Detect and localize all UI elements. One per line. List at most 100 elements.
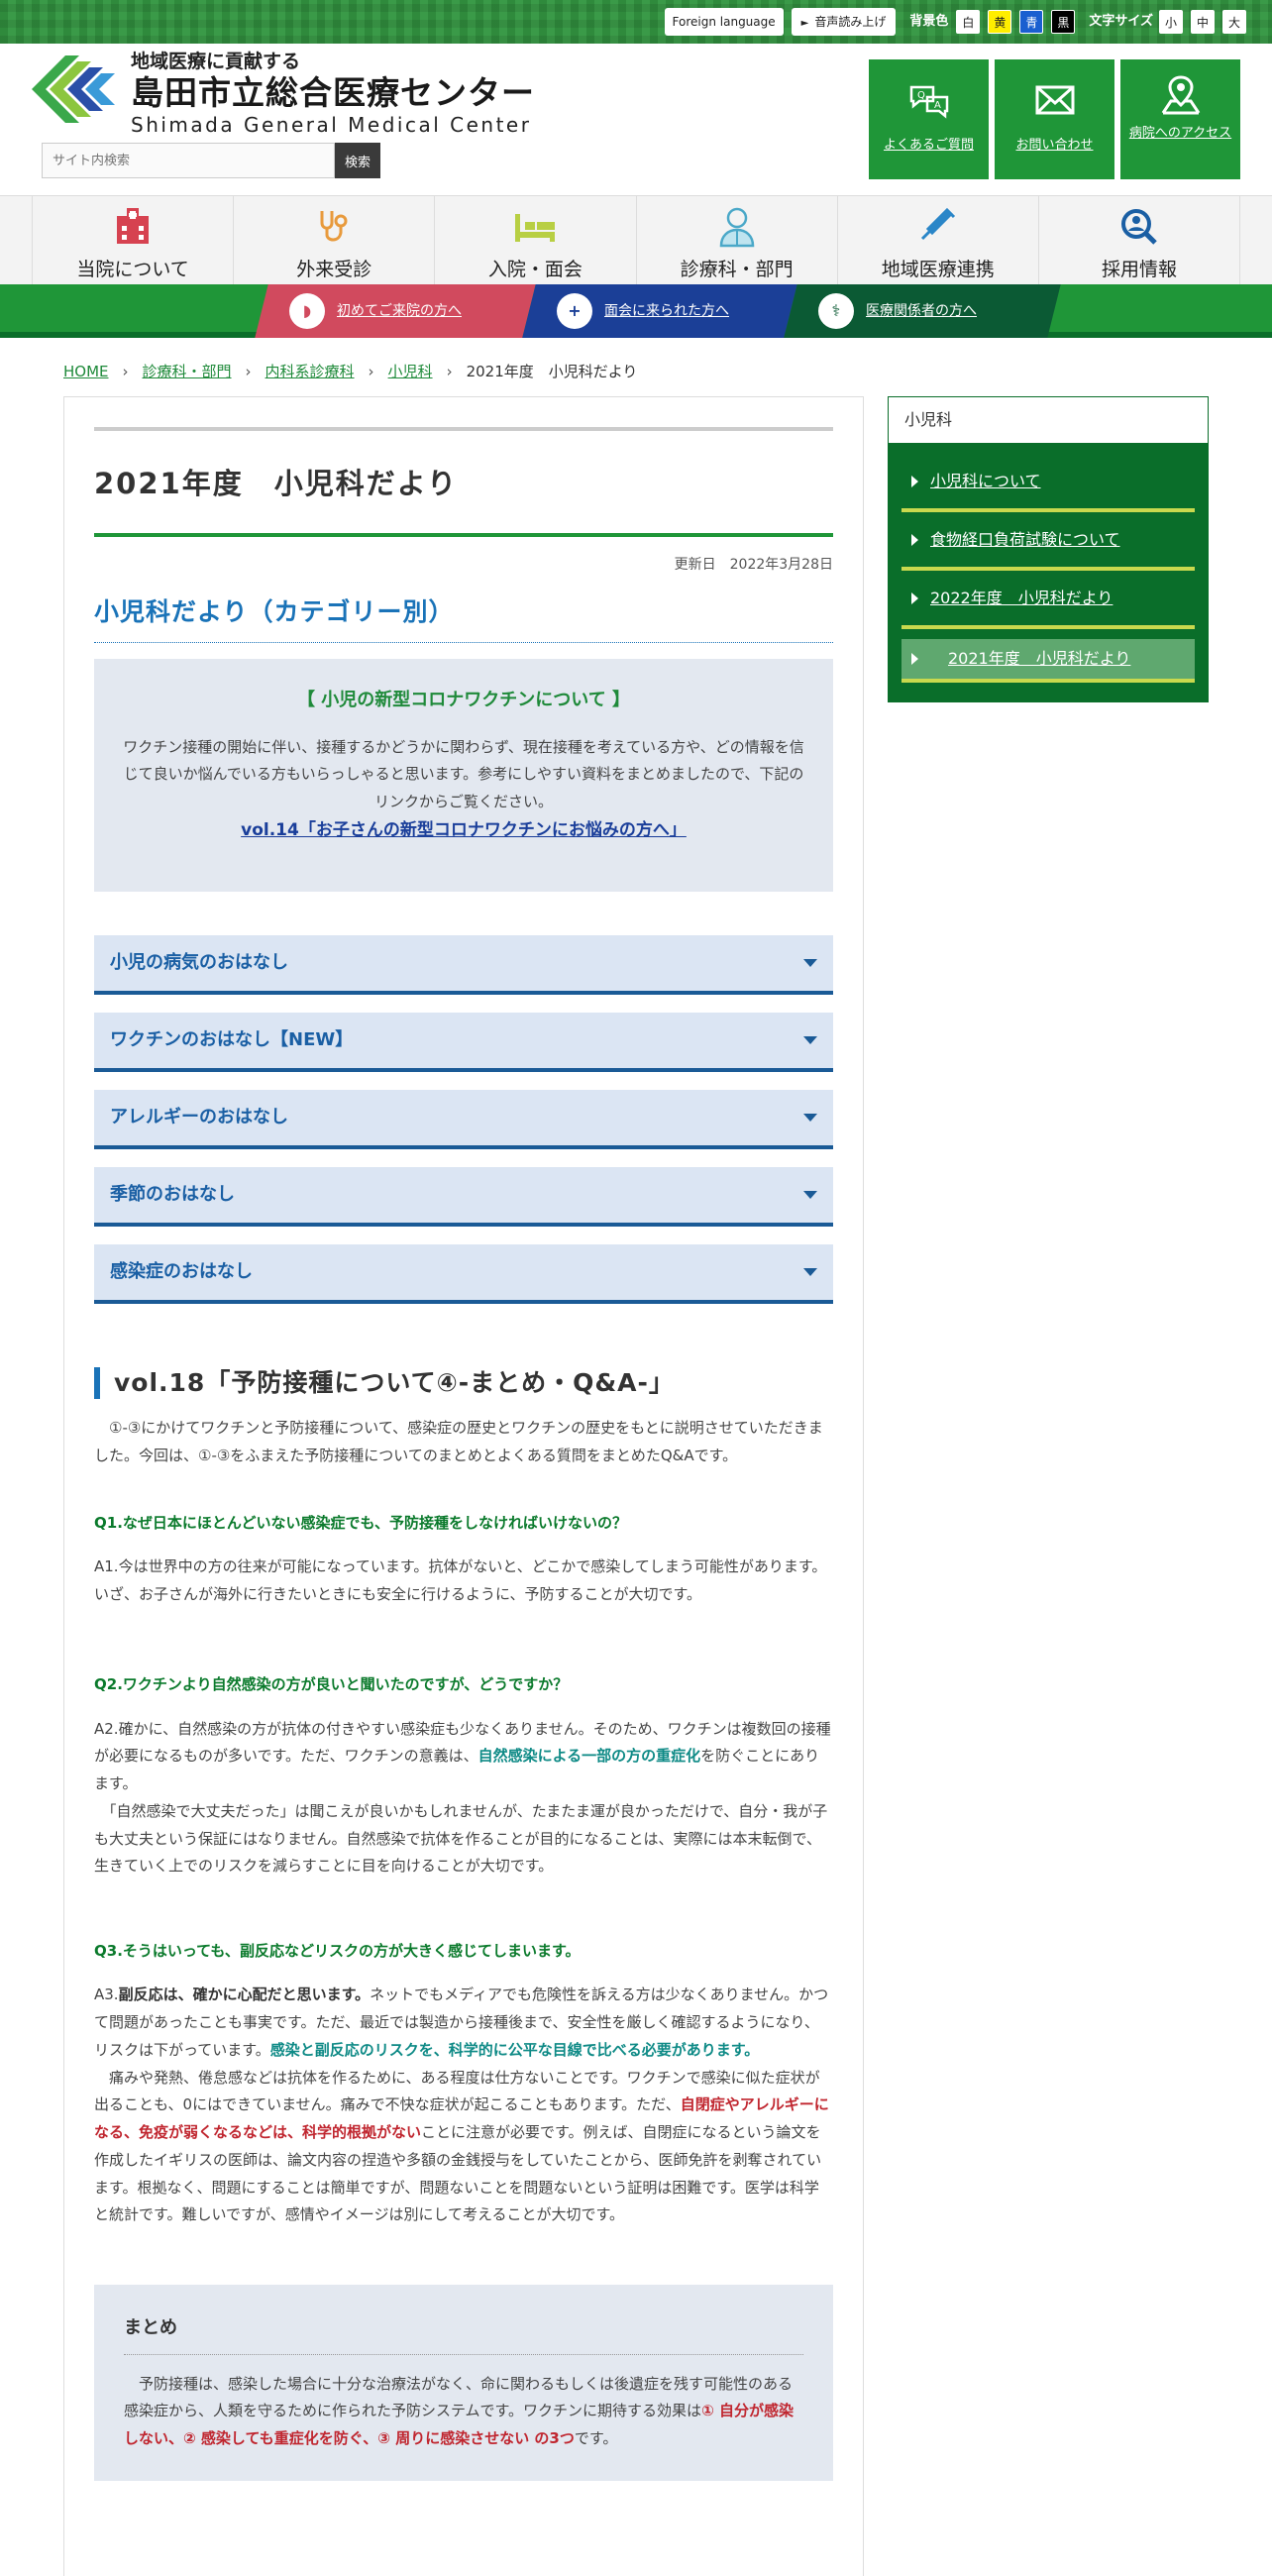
foreign-language-button[interactable]: Foreign language: [664, 8, 784, 36]
answer-2-highlight: 自然感染による一部の方の重症化: [477, 1747, 701, 1766]
answer-3-cont: 痛みや発熱、倦怠感などは抗体を作るために、ある程度は仕方ないことです。ワクチンで…: [94, 2065, 833, 2230]
chevron-down-icon: [803, 958, 817, 967]
chevron-down-icon: [803, 1113, 817, 1122]
nav-label: 外来受診: [296, 259, 372, 280]
hospital-icon: [33, 206, 233, 248]
first-visit-link[interactable]: ◗ 初めてご来院の方へ: [255, 284, 536, 338]
stethoscope-icon: [234, 206, 434, 248]
accordion-vaccine[interactable]: ワクチンのおはなし【NEW】: [94, 1012, 833, 1072]
accordion-label: アレルギーのおはなし: [110, 1106, 288, 1127]
category-accordion: 小児の病気のおはなし ワクチンのおはなし【NEW】 アレルギーのおはなし 季節の…: [94, 934, 833, 1304]
section-heading: 小児科だより（カテゴリー別）: [94, 577, 833, 643]
nav-item-inpatient[interactable]: 入院・面会: [434, 196, 635, 284]
nav-item-departments[interactable]: 診療科・部門: [635, 196, 837, 284]
covid-vaccine-notice: 【 小児の新型コロナワクチンについて 】 ワクチン接種の開始に伴い、接種するかど…: [94, 659, 833, 892]
summary-title: まとめ: [124, 2312, 803, 2355]
utility-bar: Foreign language ► 音声読み上げ 背景色 白 黄 青 黒 文字サ…: [0, 0, 1272, 44]
bg-black-button[interactable]: 黒: [1051, 10, 1076, 34]
visitor-label: 面会に来られた方へ: [604, 302, 729, 319]
nav-item-community[interactable]: 地域医療連携: [836, 196, 1038, 284]
breadcrumb-home[interactable]: HOME: [63, 363, 109, 380]
accordion-label: ワクチンのおはなし【NEW】: [110, 1028, 354, 1050]
voice-read-label: 音声読み上げ: [814, 15, 887, 29]
updated-date: 更新日 2022年3月28日: [674, 556, 833, 573]
article-heading: vol.18「予防接種について④-まとめ・Q&A-」: [94, 1366, 833, 1399]
accordion-label: 小児の病気のおはなし: [110, 951, 288, 973]
faq-label: よくあるご質問: [883, 138, 974, 153]
chevron-down-icon: [803, 1267, 817, 1276]
notice-body: ワクチン接種の開始に伴い、接種するかどうかに関わらず、現在接種を考えている方や、…: [123, 737, 804, 811]
bg-color-label: 背景色: [909, 13, 949, 29]
question-2: Q2.ワクチンより自然感染の方が良いと聞いたのですが、どうですか？: [94, 1675, 569, 1694]
nav-item-outpatient[interactable]: 外来受診: [233, 196, 434, 284]
answer-3-bold: 副反応は、確かに心配だと思います。: [118, 1986, 371, 2004]
breadcrumb: HOME › 診療科・部門 › 内科系診療科 › 小児科 › 2021年度 小児科だより: [63, 363, 638, 380]
chevron-down-icon: [803, 1190, 817, 1199]
notice-title: 【 小児の新型コロナワクチンについて 】: [297, 690, 630, 710]
medical-staff-label: 医療関係者の方へ: [866, 302, 977, 319]
summary-box: まとめ 予防接種は、感染した場合に十分な治療法がなく、命に関わるもしくは後遺症を…: [94, 2285, 833, 2481]
accordion-label: 季節のおはなし: [110, 1183, 235, 1205]
nav-label: 診療科・部門: [680, 259, 794, 280]
stethoscope-small-icon: ⚕: [818, 293, 854, 329]
accordion-allergy[interactable]: アレルギーのおはなし: [94, 1089, 833, 1149]
search-input[interactable]: [42, 143, 335, 178]
logo-tagline: 地域医療に貢献する: [131, 51, 301, 72]
vol14-link[interactable]: vol.14「お子さんの新型コロナワクチンにお悩みの方へ」: [241, 820, 687, 840]
faq-button[interactable]: QA よくあるご質問: [869, 59, 989, 179]
logo-name: 島田市立総合医療センター: [131, 72, 535, 112]
sidebar-item-food-test[interactable]: 食物経口負荷試験について: [901, 512, 1195, 571]
magnifier-person-icon: [1039, 206, 1239, 248]
contact-button[interactable]: お問い合わせ: [995, 59, 1114, 179]
breadcrumb-internal[interactable]: 内科系診療科: [265, 363, 355, 380]
accordion-label: 感染症のおはなし: [110, 1260, 253, 1282]
doctor-icon: [637, 206, 837, 248]
nav-label: 採用情報: [1101, 259, 1177, 280]
answer-2-cont: 「自然感染で大丈夫だった」は聞こえが良いかもしれませんが、たまたま運が良かっただ…: [94, 1801, 828, 1876]
access-button[interactable]: 病院へのアクセス: [1120, 59, 1240, 179]
sidebar-item-about[interactable]: 小児科について: [901, 454, 1195, 512]
page-title: 2021年度 小児科だより: [94, 431, 833, 537]
font-large-button[interactable]: 大: [1222, 10, 1246, 34]
bg-blue-button[interactable]: 青: [1019, 10, 1044, 34]
voice-read-button[interactable]: ► 音声読み上げ: [791, 8, 897, 36]
answer-3-highlight: 感染と副反応のリスクを、科学的に公平な目線で比べる必要があります。: [269, 2040, 760, 2059]
site-header: 地域医療に貢献する 島田市立総合医療センター Shimada General M…: [0, 44, 1272, 195]
font-small-button[interactable]: 小: [1159, 10, 1183, 34]
quick-links-bar: ◗ 初めてご来院の方へ + 面会に来られた方へ ⚕ 医療関係者の方へ: [0, 284, 1272, 338]
syringe-icon: [838, 206, 1038, 248]
arrow-right-icon: [911, 653, 918, 665]
bg-white-button[interactable]: 白: [956, 10, 981, 34]
sidebar-item-label: 2022年度 小児科だより: [930, 588, 1113, 607]
accordion-illness[interactable]: 小児の病気のおはなし: [94, 934, 833, 995]
sidebar-item-2021[interactable]: 2021年度 小児科だより: [901, 639, 1195, 683]
sidebar-title: 小児科: [888, 396, 1209, 444]
nav-item-about[interactable]: 当院について: [32, 196, 233, 284]
breadcrumb-departments[interactable]: 診療科・部門: [143, 363, 232, 380]
first-visit-label: 初めてご来院の方へ: [337, 302, 462, 319]
font-medium-button[interactable]: 中: [1191, 10, 1215, 34]
answer-3: A3.副反応は、確かに心配だと思います。ネットでもメディアでも危険性を訴える方は…: [94, 1982, 833, 2064]
plus-shield-icon: +: [557, 293, 592, 329]
sidebar-item-2022[interactable]: 2022年度 小児科だより: [901, 571, 1195, 629]
faq-bubble-icon: QA: [907, 81, 951, 121]
nav-label: 当院について: [76, 259, 189, 280]
answer-3-lead: A3.: [94, 1986, 119, 2004]
svg-text:A: A: [934, 100, 941, 111]
bed-icon: [435, 206, 635, 248]
sidebar-item-label: 小児科について: [930, 471, 1041, 490]
site-search: 検索: [42, 143, 380, 178]
question-3: Q3.そうはいっても、副反応などリスクの方が大きく感じてしまいます。: [94, 1942, 581, 1960]
accordion-infection[interactable]: 感染症のおはなし: [94, 1243, 833, 1304]
nav-item-recruit[interactable]: 採用情報: [1037, 196, 1241, 284]
search-button[interactable]: 検索: [335, 143, 380, 178]
breadcrumb-pediatrics[interactable]: 小児科: [388, 363, 433, 380]
visitor-link[interactable]: + 面会に来られた方へ: [522, 284, 797, 338]
bg-yellow-button[interactable]: 黄: [988, 10, 1012, 34]
site-logo[interactable]: 地域医療に貢献する 島田市立総合医療センター Shimada General M…: [32, 50, 535, 138]
medical-staff-link[interactable]: ⚕ 医療関係者の方へ: [784, 284, 1061, 338]
accordion-season[interactable]: 季節のおはなし: [94, 1166, 833, 1227]
nav-label: 地域医療連携: [881, 259, 995, 280]
answer-2: A2.確かに、自然感染の方が抗体の付きやすい感染症も少なくありません。そのため、…: [94, 1716, 833, 1798]
breadcrumb-current: 2021年度 小児科だより: [466, 363, 638, 380]
